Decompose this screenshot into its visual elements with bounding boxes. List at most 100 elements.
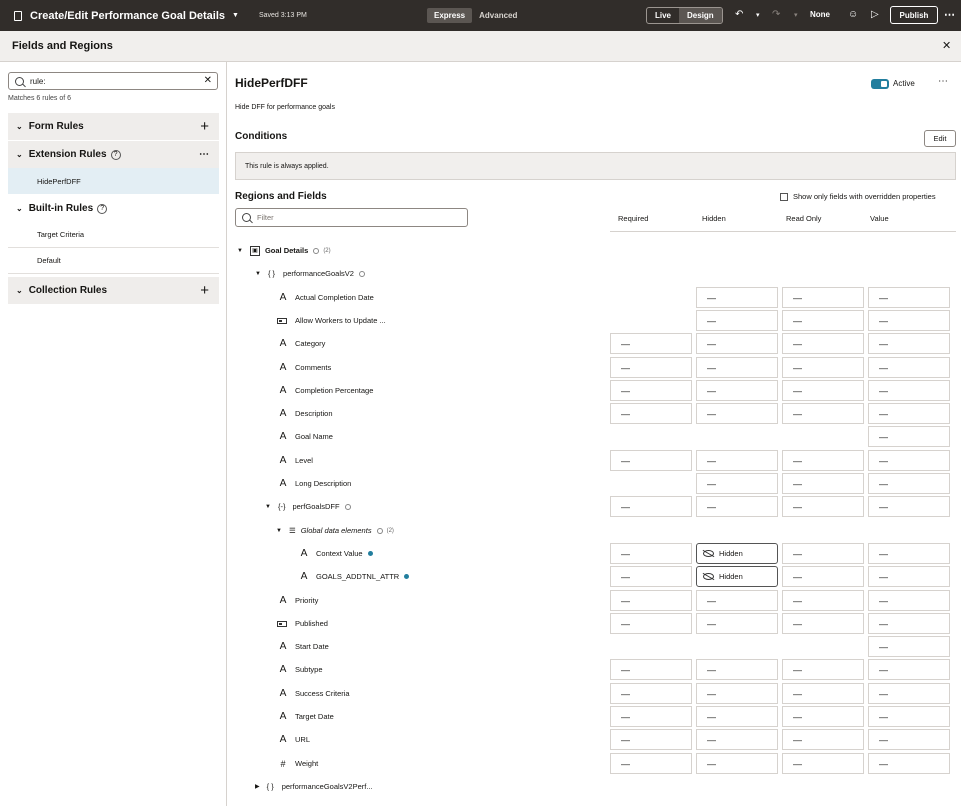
extension-rules-group[interactable]: ⌄ Extension Rules ? ⋯ xyxy=(8,141,219,168)
hidden-cell[interactable]: — xyxy=(696,450,778,471)
required-cell[interactable]: — xyxy=(610,333,692,354)
required-cell[interactable]: — xyxy=(610,683,692,704)
hidden-cell[interactable]: — xyxy=(696,613,778,634)
required-cell[interactable]: — xyxy=(610,659,692,680)
hidden-cell[interactable]: — xyxy=(696,310,778,331)
caret-right-icon[interactable]: ▶ xyxy=(255,783,260,790)
value-cell[interactable]: — xyxy=(868,566,950,587)
hidden-cell[interactable]: — xyxy=(696,380,778,401)
global-data-node[interactable]: ▼ ☰ Global data elements (2) xyxy=(276,519,394,542)
value-cell[interactable]: — xyxy=(868,333,950,354)
value-cell[interactable]: — xyxy=(868,403,950,424)
read-only-cell[interactable]: — xyxy=(782,473,864,494)
value-cell[interactable]: — xyxy=(868,590,950,611)
required-cell[interactable]: — xyxy=(610,380,692,401)
read-only-cell[interactable]: — xyxy=(782,310,864,331)
value-cell[interactable]: — xyxy=(868,659,950,680)
value-cell[interactable]: — xyxy=(868,706,950,727)
value-cell[interactable]: — xyxy=(868,380,950,401)
required-cell[interactable]: — xyxy=(610,357,692,378)
goal-details-node[interactable]: ▼ ▣ Goal Details (2) xyxy=(237,239,331,262)
required-cell[interactable]: — xyxy=(610,590,692,611)
required-cell[interactable]: — xyxy=(610,613,692,634)
hidden-cell[interactable]: — xyxy=(696,590,778,611)
required-cell[interactable]: — xyxy=(610,450,692,471)
read-only-cell[interactable]: — xyxy=(782,729,864,750)
hidden-cell[interactable]: — xyxy=(696,753,778,774)
rules-search-input[interactable]: rule: ✕ xyxy=(8,72,218,90)
preview-play-icon[interactable]: ▷ xyxy=(871,9,879,20)
read-only-cell[interactable]: — xyxy=(782,659,864,680)
read-only-cell[interactable]: — xyxy=(782,543,864,564)
caret-down-icon[interactable]: ▼ xyxy=(276,528,282,534)
performance-goals-perf-node[interactable]: ▶ { } performanceGoalsV2Perf... xyxy=(255,775,373,798)
value-cell[interactable]: — xyxy=(868,357,950,378)
read-only-cell[interactable]: — xyxy=(782,450,864,471)
read-only-cell[interactable]: — xyxy=(782,496,864,517)
caret-down-icon[interactable]: ▼ xyxy=(237,248,243,254)
read-only-cell[interactable]: — xyxy=(782,753,864,774)
active-toggle[interactable] xyxy=(871,79,889,89)
hidden-cell[interactable]: — xyxy=(696,357,778,378)
value-cell[interactable]: — xyxy=(868,473,950,494)
read-only-cell[interactable]: — xyxy=(782,613,864,634)
express-button[interactable]: Express xyxy=(427,8,473,23)
value-cell[interactable]: — xyxy=(868,636,950,657)
required-cell[interactable]: — xyxy=(610,753,692,774)
builtin-rules-group[interactable]: ⌄ Built-in Rules ? xyxy=(8,195,219,222)
live-button[interactable]: Live xyxy=(647,8,679,23)
caret-down-icon[interactable]: ▼ xyxy=(255,271,261,277)
sandbox-none[interactable]: None xyxy=(810,10,830,19)
design-button[interactable]: Design xyxy=(679,8,722,23)
advanced-button[interactable]: Advanced xyxy=(472,8,524,23)
value-cell[interactable]: — xyxy=(868,683,950,704)
form-rules-group[interactable]: ⌄ Form Rules + xyxy=(8,113,219,140)
hidden-cell[interactable]: — xyxy=(696,333,778,354)
read-only-cell[interactable]: — xyxy=(782,357,864,378)
undo-icon[interactable]: ↶ xyxy=(735,9,743,20)
redo-icon[interactable]: ↷ xyxy=(772,9,780,20)
hidden-cell[interactable]: — xyxy=(696,403,778,424)
caret-down-icon[interactable]: ▼ xyxy=(265,504,271,510)
value-cell[interactable]: — xyxy=(868,729,950,750)
value-cell[interactable]: — xyxy=(868,426,950,447)
required-cell[interactable]: — xyxy=(610,496,692,517)
value-cell[interactable]: — xyxy=(868,496,950,517)
more-options-icon[interactable]: ⋯ xyxy=(944,8,955,21)
filter-input[interactable]: Filter xyxy=(235,208,468,227)
hidden-cell[interactable]: — xyxy=(696,287,778,308)
read-only-cell[interactable]: — xyxy=(782,287,864,308)
value-cell[interactable]: — xyxy=(868,287,950,308)
read-only-cell[interactable]: — xyxy=(782,590,864,611)
edit-conditions-button[interactable]: Edit xyxy=(924,130,956,147)
read-only-cell[interactable]: — xyxy=(782,403,864,424)
close-icon[interactable]: ✕ xyxy=(942,39,951,52)
hidden-cell[interactable]: — xyxy=(696,496,778,517)
hidden-cell[interactable]: — xyxy=(696,659,778,680)
read-only-cell[interactable]: — xyxy=(782,706,864,727)
value-cell[interactable]: — xyxy=(868,613,950,634)
value-cell[interactable]: — xyxy=(868,753,950,774)
required-cell[interactable]: — xyxy=(610,706,692,727)
collection-rules-group[interactable]: ⌄ Collection Rules + xyxy=(8,277,219,304)
help-icon[interactable]: ? xyxy=(110,149,121,160)
read-only-cell[interactable]: — xyxy=(782,566,864,587)
page-title-menu[interactable]: Create/Edit Performance Goal Details ▼ xyxy=(14,10,239,22)
hidden-cell[interactable]: — xyxy=(696,473,778,494)
smiley-icon[interactable]: ☺ xyxy=(848,9,858,20)
rule-item-default[interactable]: Default xyxy=(8,248,219,274)
undo-menu-icon[interactable]: ▾ xyxy=(756,11,760,19)
more-options-icon[interactable]: ⋯ xyxy=(199,149,210,160)
read-only-cell[interactable]: — xyxy=(782,333,864,354)
rule-item-hideperfdff[interactable]: HidePerfDFF xyxy=(8,168,219,194)
value-cell[interactable]: — xyxy=(868,543,950,564)
required-cell[interactable]: — xyxy=(610,403,692,424)
performance-goals-node[interactable]: ▼ { } performanceGoalsV2 xyxy=(255,262,365,285)
show-overridden-checkbox[interactable]: Show only fields with overridden propert… xyxy=(780,192,936,201)
required-cell[interactable]: — xyxy=(610,566,692,587)
rule-item-target-criteria[interactable]: Target Criteria xyxy=(8,222,219,248)
hidden-cell[interactable]: — xyxy=(696,729,778,750)
required-cell[interactable]: — xyxy=(610,729,692,750)
add-form-rule-icon[interactable]: + xyxy=(200,118,209,135)
read-only-cell[interactable]: — xyxy=(782,380,864,401)
